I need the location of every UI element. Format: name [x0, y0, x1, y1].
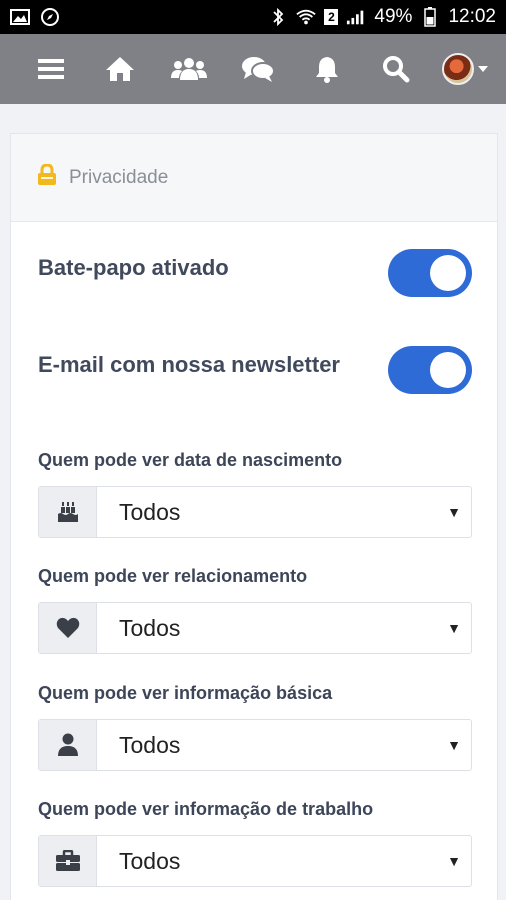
dropdown-arrow-icon: ▼	[447, 853, 461, 869]
basic-info-privacy-select[interactable]: Todos ▼	[97, 720, 471, 770]
work-info-privacy-select[interactable]: Todos ▼	[97, 836, 471, 886]
privacy-card: Privacidade Bate-papo ativado E-mail com…	[10, 133, 498, 900]
newsletter-toggle[interactable]	[388, 346, 472, 394]
clock: 12:02	[448, 6, 496, 27]
basic-info-privacy-select-group: Todos ▼	[38, 719, 472, 771]
sim-badge: 2	[324, 9, 339, 25]
birthday-privacy-label: Quem pode ver data de nascimento	[38, 450, 343, 470]
dropdown-arrow-icon: ▼	[447, 737, 461, 753]
battery-percent: 49%	[374, 6, 413, 27]
gallery-icon	[10, 8, 30, 26]
relationship-privacy-field: Quem pode ver relacionamento Todos ▼	[38, 566, 472, 654]
card-header: Privacidade	[11, 134, 497, 222]
briefcase-icon	[39, 836, 97, 886]
heart-icon	[39, 603, 97, 653]
bell-icon[interactable]	[304, 46, 350, 92]
chat-toggle[interactable]	[388, 249, 472, 297]
users-icon[interactable]	[166, 46, 212, 92]
birthday-privacy-value: Todos	[119, 498, 181, 525]
toggle-knob	[430, 352, 466, 388]
dropdown-arrow-icon: ▼	[447, 504, 461, 520]
basic-info-privacy-value: Todos	[119, 731, 181, 758]
relationship-privacy-value: Todos	[119, 614, 181, 641]
chat-toggle-label: Bate-papo ativado	[38, 255, 229, 280]
work-info-privacy-label: Quem pode ver informação de trabalho	[38, 799, 374, 819]
basic-info-privacy-field: Quem pode ver informação básica Todos ▼	[38, 683, 472, 771]
chat-icon[interactable]	[235, 46, 281, 92]
avatar[interactable]	[442, 53, 474, 85]
birthday-privacy-field: Quem pode ver data de nascimento Todos ▼	[38, 450, 472, 538]
chevron-down-icon	[478, 66, 488, 72]
birthday-privacy-select-group: Todos ▼	[38, 486, 472, 538]
battery-icon	[420, 7, 440, 27]
newsletter-toggle-label: E-mail com nossa newsletter	[38, 352, 340, 377]
basic-info-privacy-label: Quem pode ver informação básica	[38, 683, 333, 703]
wifi-icon	[296, 8, 317, 26]
dropdown-arrow-icon: ▼	[447, 620, 461, 636]
newsletter-toggle-row: E-mail com nossa newsletter	[38, 346, 472, 394]
lock-icon	[37, 163, 57, 191]
menu-icon[interactable]	[28, 46, 74, 92]
profile-menu[interactable]	[442, 53, 488, 85]
toggle-knob	[430, 255, 466, 291]
compass-icon	[40, 8, 60, 26]
chat-toggle-row: Bate-papo ativado	[38, 249, 472, 297]
work-info-privacy-field: Quem pode ver informação de trabalho Tod…	[38, 799, 472, 887]
work-info-privacy-value: Todos	[119, 847, 181, 874]
home-icon[interactable]	[97, 46, 143, 92]
user-icon	[39, 720, 97, 770]
cake-icon	[39, 487, 97, 537]
relationship-privacy-label: Quem pode ver relacionamento	[38, 566, 308, 586]
top-navigation	[0, 34, 506, 104]
birthday-privacy-select[interactable]: Todos ▼	[97, 487, 471, 537]
section-title: Privacidade	[69, 166, 169, 188]
search-icon[interactable]	[373, 46, 419, 92]
bluetooth-icon	[268, 7, 288, 27]
signal-icon	[346, 8, 366, 26]
work-info-privacy-select-group: Todos ▼	[38, 835, 472, 887]
relationship-privacy-select[interactable]: Todos ▼	[97, 603, 471, 653]
status-bar: 2 49% 12:02	[0, 0, 506, 34]
relationship-privacy-select-group: Todos ▼	[38, 602, 472, 654]
